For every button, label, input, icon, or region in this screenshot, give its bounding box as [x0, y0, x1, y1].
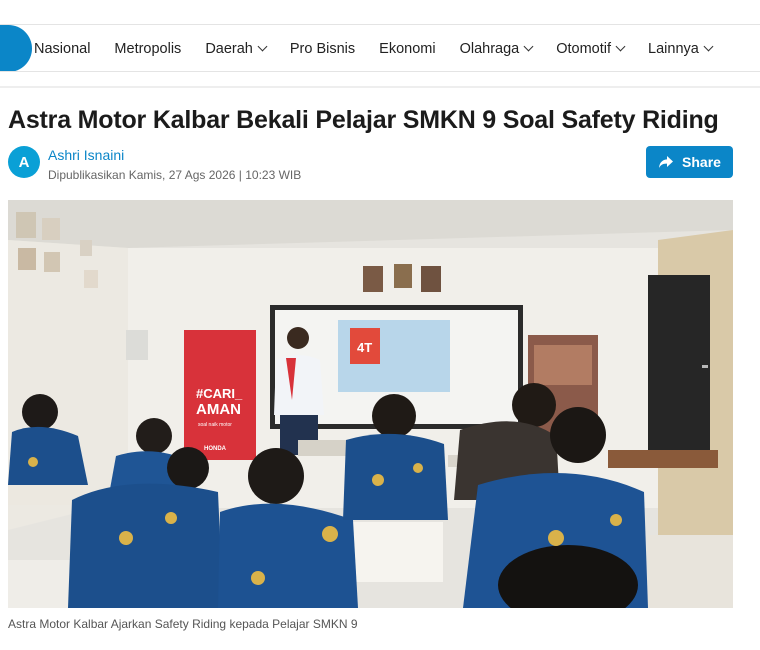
section-divider: [0, 86, 760, 88]
nav-item-label: Pro Bisnis: [289, 40, 356, 57]
nav-item-daerah[interactable]: Daerah: [205, 40, 268, 57]
top-bar: [0, 0, 760, 24]
nav-item-otomotif[interactable]: Otomotif: [556, 40, 626, 57]
nav-accent-tab[interactable]: [0, 25, 32, 71]
main-navigation: Nasional Metropolis Daerah Pro Bisnis Ek…: [0, 24, 760, 72]
nav-item-lainnya[interactable]: Lainnya: [648, 40, 714, 57]
nav-item-label: Nasional: [34, 40, 91, 57]
screen-text: 4T: [357, 340, 372, 355]
share-label: Share: [682, 154, 721, 170]
author-link[interactable]: Ashri Isnaini: [48, 147, 124, 163]
chevron-down-icon: [703, 41, 714, 52]
photo-caption: Astra Motor Kalbar Ajarkan Safety Riding…: [8, 617, 358, 631]
article-title: Astra Motor Kalbar Bekali Pelajar SMKN 9…: [8, 106, 719, 134]
nav-item-label: Metropolis: [114, 40, 182, 57]
author-avatar[interactable]: A: [8, 146, 40, 178]
article-photo: 4T #CARI_ AMAN soal naik motor HONDA: [8, 200, 733, 608]
share-button[interactable]: Share: [646, 146, 733, 178]
nav-item-label: Ekonomi: [379, 40, 436, 57]
publish-date: Dipublikasikan Kamis, 27 Ags 2026 | 10:2…: [48, 168, 302, 182]
chevron-down-icon: [615, 41, 626, 52]
classroom-illustration: 4T #CARI_ AMAN soal naik motor HONDA: [8, 200, 733, 608]
nav-item-label: Daerah: [205, 40, 253, 57]
banner-text-line2: AMAN: [196, 401, 241, 418]
chevron-down-icon: [523, 41, 534, 52]
chevron-down-icon: [257, 41, 268, 52]
nav-items: Nasional Metropolis Daerah Pro Bisnis Ek…: [34, 25, 736, 71]
nav-item-label: Lainnya: [648, 40, 699, 57]
banner-subtext: soal naik motor: [198, 422, 232, 428]
share-icon: [659, 156, 674, 168]
nav-item-label: Olahraga: [459, 40, 520, 57]
nav-item-metropolis[interactable]: Metropolis: [114, 41, 181, 57]
banner-text-line1: #CARI_: [196, 386, 243, 401]
nav-item-label: Otomotif: [556, 40, 612, 57]
nav-item-pro-bisnis[interactable]: Pro Bisnis: [290, 41, 355, 57]
nav-item-olahraga[interactable]: Olahraga: [459, 40, 534, 57]
nav-item-ekonomi[interactable]: Ekonomi: [379, 41, 435, 57]
nav-item-nasional[interactable]: Nasional: [34, 41, 90, 57]
banner-brand: HONDA: [204, 446, 227, 452]
